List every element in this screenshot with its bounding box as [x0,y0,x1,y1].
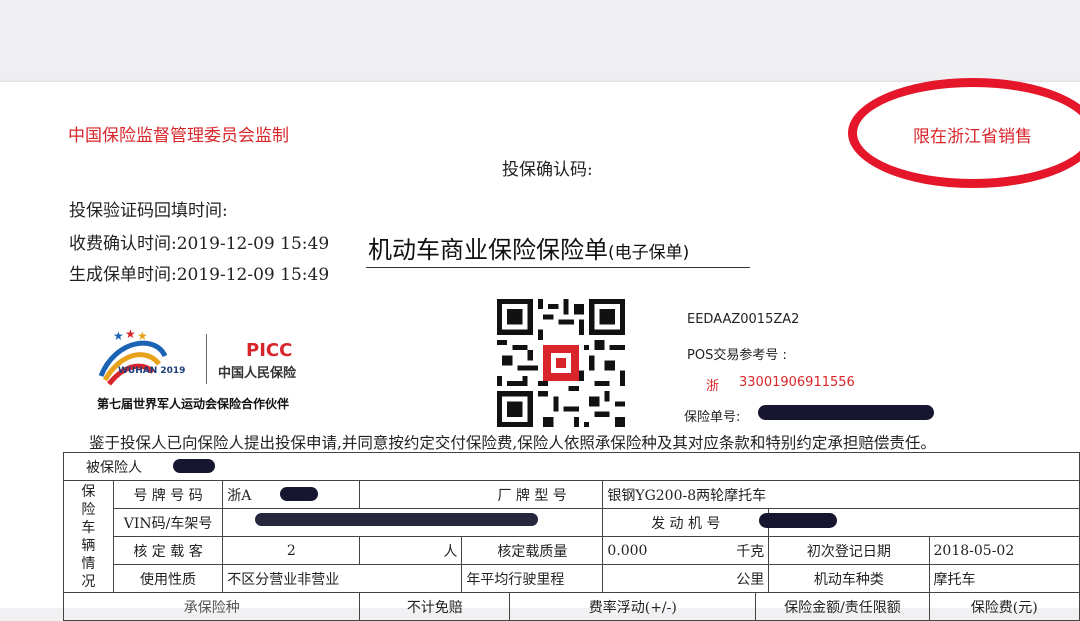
next-header-premium: 保险费(元) [928,592,1080,621]
brand-value: 银钢YG200-8两轮摩托车 [602,480,1080,509]
picc-cn-name: 中国人民保险 [218,366,297,381]
svg-text:★: ★ [125,328,136,341]
sale-region-text: 限在浙江省销售 [913,127,1032,147]
reg-date-value: 2018-05-02 [928,536,1080,565]
table-row: 核 定 载 客 2 人 核定载质量 0.000 千克 初次登记日期 2018-0… [64,536,1080,565]
mass-label: 核定载质量 [461,536,604,565]
policy-title: 机动车商业保险保险单(电子保单) [368,230,689,265]
svg-text:★: ★ [113,329,124,343]
serial-number: 33001906911556 [739,375,855,390]
policy-statement: 鉴于投保人已向保险人提出投保申请,并同意按约定交付保险费,保险人依照承保险种及其… [89,434,936,452]
policy-number-label: 保险单号: [684,410,741,425]
viewer-top-bar [0,0,1080,82]
mileage-label: 年平均行驶里程 [461,564,604,593]
insured-vehicle-table: 被保险人 保 险 车 辆 情 况 号 牌 号 码 浙A 厂 牌 型 号 银钢YG… [62,452,1080,621]
mileage-unit: 公里 [602,564,770,593]
wuhan-2019-logo-icon: ★ ★ ★ [98,328,168,386]
seats-unit: 人 [359,536,463,565]
plate-redaction [280,487,318,501]
policy-title-sub: (电子保单) [608,243,690,263]
table-row: 保 险 车 辆 情 况 号 牌 号 码 浙A 厂 牌 型 号 银钢YG200-8… [63,480,1080,593]
pos-reference-label: POS交易参考号 : [687,348,787,363]
policy-title-main: 机动车商业保险保险单 [368,236,608,264]
usage-value: 不区分营业非营业 [222,564,463,593]
vin-label: VIN码/车架号 [112,508,224,537]
policy-gen-time: 生成保单时间:2019-12-09 15:49 [69,265,330,285]
mass-unit: 千克 [660,536,770,565]
plate-label: 号 牌 号 码 [112,480,224,509]
next-header-coverage: 承保险种 [62,592,361,621]
mass-value: 0.000 [602,536,661,565]
verify-time-label: 投保验证码回填时间: [69,201,228,221]
title-underline [366,267,750,268]
table-row: 承保险种 不计免赔 费率浮动(+/-) 保险金额/责任限额 保险费(元) [62,592,1080,621]
insured-value [222,452,1080,481]
confirm-code-label: 投保确认码: [502,160,593,180]
vehicle-section-label: 保 险 车 辆 情 况 [63,480,114,593]
vehicle-type-value: 摩托车 [928,564,1080,593]
fee-confirm-time: 收费确认时间:2019-12-09 15:49 [69,234,330,254]
logo-divider [206,334,207,384]
province-prefix: 浙 [706,379,720,394]
engine-label: 发 动 机 号 [602,508,770,537]
partner-caption: 第七届世界军人运动会保险合作伙伴 [97,397,290,411]
plate-value-cell [359,480,462,509]
seats-label: 核 定 载 客 [112,536,224,565]
seats-value: 2 [222,536,361,565]
wuhan-text: WUHAN 2019 [118,366,186,376]
table-row: VIN码/车架号 发 动 机 号 [64,508,1080,537]
table-row: 被保险人 [62,452,1080,481]
next-header-deductible: 不计免赔 [359,592,511,621]
brand-label: 厂 牌 型 号 [461,480,604,509]
vin-redaction [255,513,538,526]
reg-date-label: 初次登记日期 [768,536,930,565]
document-code: EEDAAZ0015ZA2 [687,312,800,327]
svg-text:★: ★ [137,329,148,343]
supervision-text: 中国保险监督管理委员会监制 [68,126,289,146]
usage-label: 使用性质 [112,564,224,593]
vehicle-type-label: 机动车种类 [768,564,930,593]
engine-redaction [759,513,837,528]
qr-code-icon [497,299,625,427]
insured-redaction [173,459,215,473]
policy-number-redaction [758,405,934,420]
next-header-rate: 费率浮动(+/-) [509,592,757,621]
table-row: 使用性质 不区分营业非营业 年平均行驶里程 公里 机动车种类 摩托车 [64,564,1080,593]
picc-logo-icon: PICC [246,340,293,361]
next-header-limit: 保险金额/责任限额 [755,592,930,621]
